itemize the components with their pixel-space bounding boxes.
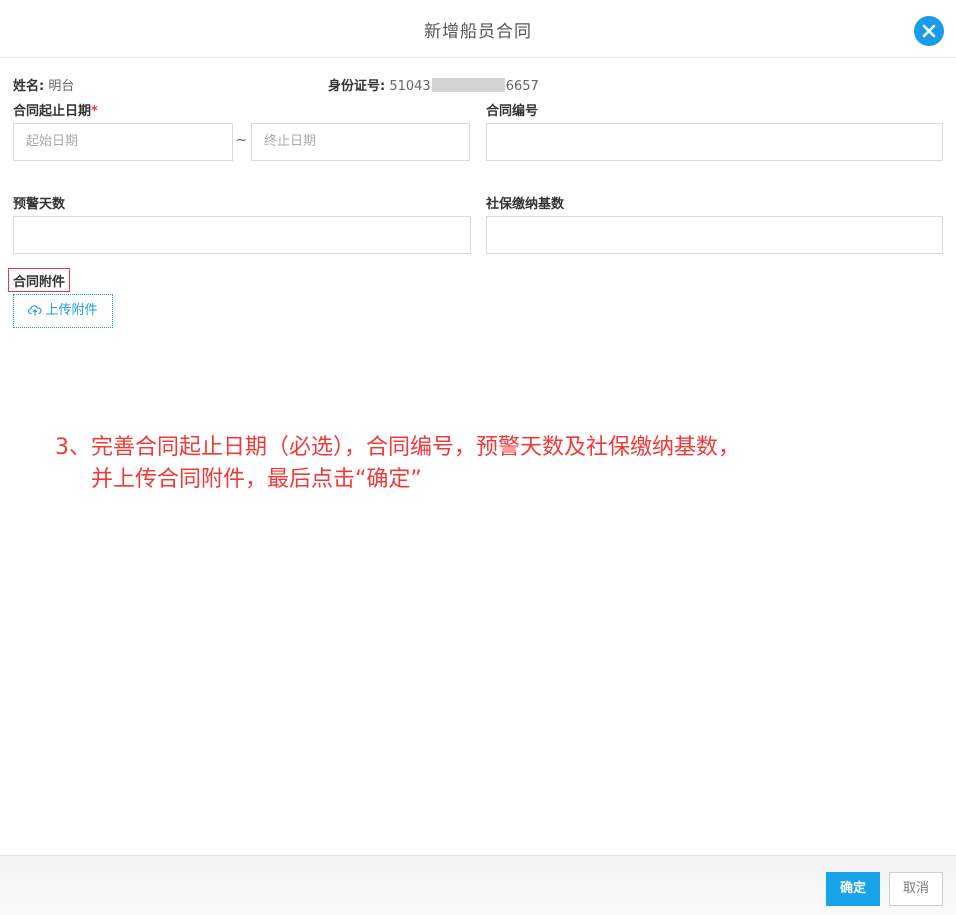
id-number-mask — [431, 78, 505, 92]
warning-days-input[interactable] — [13, 216, 471, 254]
dialog-header: 新增船员合同 — [0, 0, 956, 58]
close-button[interactable] — [914, 16, 944, 46]
social-security-base-input[interactable] — [486, 216, 943, 254]
end-date-input[interactable]: 终止日期 — [251, 123, 470, 161]
social-security-base-label: 社保缴纳基数 — [486, 197, 565, 212]
contract-attachment-label: 合同附件 — [8, 268, 71, 292]
close-icon — [922, 24, 936, 38]
start-date-input[interactable]: 起始日期 — [13, 123, 233, 161]
annotation-line-2: 并上传合同附件，最后点击“确定” — [91, 467, 422, 492]
id-number-suffix: 6657 — [505, 79, 539, 94]
contract-date-label: 合同起止日期* — [13, 100, 98, 119]
crew-name-value: 明台 — [48, 79, 75, 94]
cloud-upload-icon — [28, 305, 43, 316]
upload-attachment-button[interactable]: 上传附件 — [13, 294, 113, 328]
dialog-footer: 确定 取消 — [0, 855, 956, 915]
crew-id-number: 身份证号: 51043 6657 — [328, 75, 539, 94]
crew-name: 姓名: 明台 — [13, 75, 74, 94]
contract-number-label: 合同编号 — [486, 104, 539, 119]
required-mark: * — [91, 104, 98, 119]
dialog-title: 新增船员合同 — [424, 22, 532, 42]
date-range-separator: ~ — [236, 133, 247, 148]
contract-date-label-text: 合同起止日期 — [13, 104, 92, 119]
contract-number-input[interactable] — [486, 123, 943, 161]
cancel-button[interactable]: 取消 — [889, 872, 943, 906]
id-number-label: 身份证号: — [328, 79, 386, 94]
crew-name-label: 姓名: — [13, 79, 45, 94]
annotation-line-1: 3、完善合同起止日期（必选），合同编号，预警天数及社保缴纳基数， — [55, 435, 740, 460]
id-number-prefix: 51043 — [389, 79, 431, 94]
tutorial-annotation: 3、完善合同起止日期（必选），合同编号，预警天数及社保缴纳基数， 并上传合同附件… — [55, 432, 740, 496]
warning-days-label: 预警天数 — [13, 197, 66, 212]
upload-attachment-label: 上传附件 — [45, 303, 98, 318]
confirm-button[interactable]: 确定 — [826, 872, 880, 906]
